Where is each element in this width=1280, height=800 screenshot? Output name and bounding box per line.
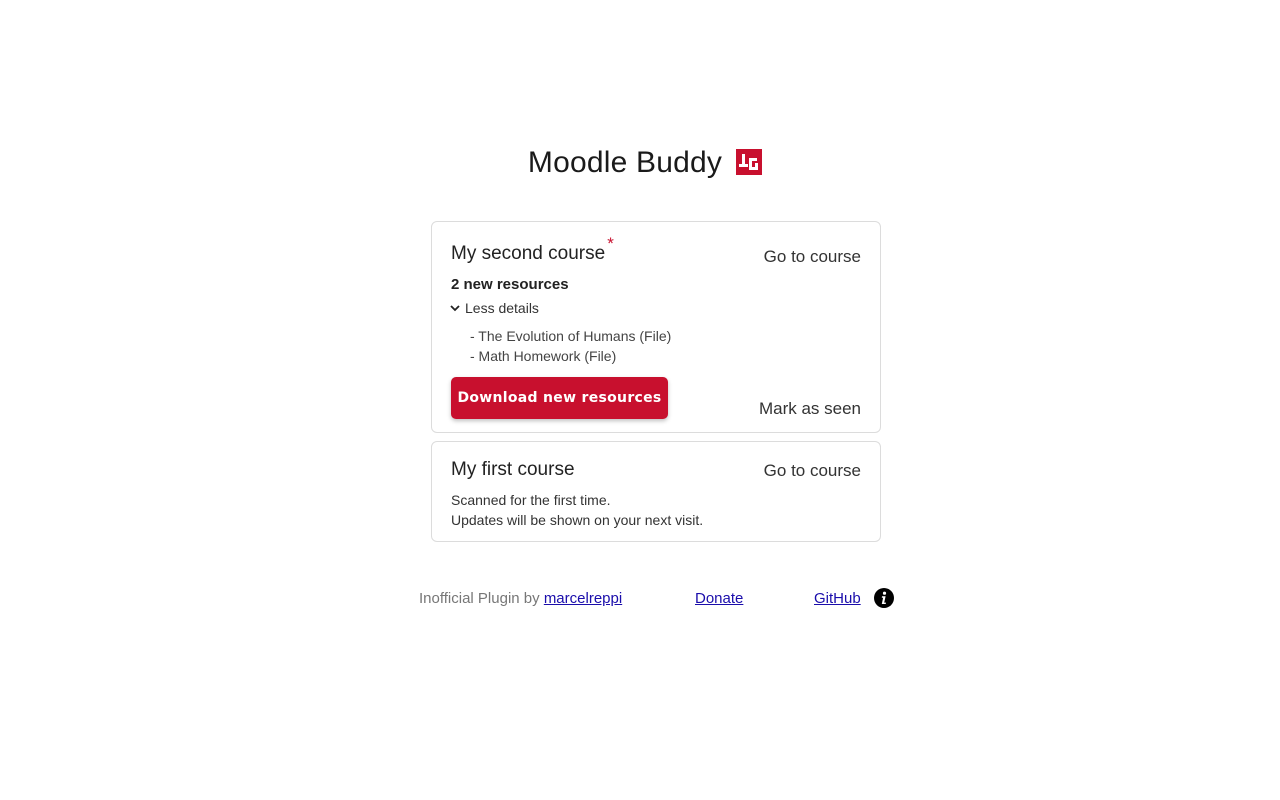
course-list: My second course * Go to course 2 new res… — [431, 221, 881, 550]
credit-prefix: Inofficial Plugin by — [419, 590, 544, 607]
course-title-text: My second course — [451, 243, 606, 264]
scan-message-line: Scanned for the first time. — [451, 492, 611, 508]
credit-text: Inofficial Plugin by marcelreppi — [419, 590, 622, 607]
resource-item: - The Evolution of Humans (File) — [470, 328, 672, 344]
download-new-resources-button[interactable]: Download new resources — [451, 377, 668, 419]
course-card: My second course * Go to course 2 new res… — [431, 221, 881, 433]
go-to-course-link[interactable]: Go to course — [764, 461, 861, 481]
scan-message-line: Updates will be shown on your next visit… — [451, 512, 704, 528]
course-card: My first course Go to course Scanned for… — [431, 441, 881, 542]
footer: Inofficial Plugin by marcelreppi Donate … — [419, 588, 899, 610]
author-link[interactable]: marcelreppi — [544, 590, 622, 607]
header: Moodle Buddy — [0, 146, 1280, 180]
scan-message: Scanned for the first time. Updates will… — [451, 490, 703, 530]
logo-icon — [736, 149, 763, 175]
new-resources-count: 2 new resources — [451, 276, 569, 293]
details-toggle-label: Less details — [465, 300, 539, 316]
chevron-down-icon — [450, 305, 460, 312]
info-icon[interactable] — [873, 587, 895, 609]
go-to-course-link[interactable]: Go to course — [764, 247, 861, 267]
new-marker: * — [607, 234, 614, 253]
course-title: My second course * — [451, 234, 614, 265]
resource-item: - Math Homework (File) — [470, 348, 617, 364]
details-toggle[interactable]: Less details — [450, 300, 539, 316]
mark-as-seen-link[interactable]: Mark as seen — [759, 399, 861, 419]
github-link[interactable]: GitHub — [814, 590, 861, 607]
app-title: Moodle Buddy — [527, 146, 723, 179]
course-title: My first course — [451, 459, 575, 480]
resource-list: - The Evolution of Humans (File) - Math … — [470, 326, 671, 366]
donate-link[interactable]: Donate — [695, 590, 743, 607]
